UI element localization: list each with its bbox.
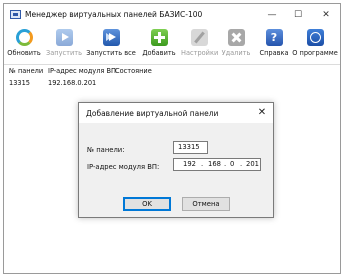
help-label: Справка (259, 49, 289, 57)
delete-label: Удалить (221, 49, 251, 57)
dialog-title: Добавление виртуальной панели (86, 109, 219, 118)
toolbar: Обновить Запустить Запустить все Добавит… (4, 26, 340, 65)
ip-address-label: IP-адрес модуля ВП: (87, 163, 160, 171)
list-item[interactable]: 13315 192.168.0.201 (4, 77, 340, 89)
run-all-label: Запустить все (86, 49, 136, 57)
add-label: Добавить (142, 49, 176, 57)
settings-icon (190, 29, 208, 46)
refresh-icon (15, 29, 33, 46)
add-icon (150, 29, 168, 46)
close-button[interactable]: ✕ (314, 7, 338, 23)
ip-octet-3[interactable]: 0 (230, 159, 234, 170)
refresh-label: Обновить (7, 49, 41, 57)
settings-label: Настройки (181, 49, 219, 57)
run-label: Запустить (46, 49, 82, 57)
ok-button[interactable]: OK (123, 197, 171, 211)
info-icon (306, 29, 324, 46)
add-button[interactable]: Добавить (141, 28, 177, 62)
maximize-button[interactable]: ☐ (286, 7, 310, 23)
help-icon: ? (265, 29, 283, 46)
cancel-button[interactable]: Отмена (182, 197, 230, 211)
cell-panel-number: 13315 (9, 79, 30, 87)
app-icon (10, 10, 21, 19)
list-header: № панели IP-адрес модуля ВП Состояние (4, 65, 340, 77)
ip-dot: . (224, 160, 227, 168)
help-button[interactable]: ? Справка (258, 28, 290, 62)
play-all-icon (102, 29, 120, 46)
column-status[interactable]: Состояние (115, 67, 152, 75)
about-label: О программе (292, 49, 338, 57)
run-button[interactable]: Запустить (46, 28, 82, 62)
panel-number-field[interactable]: 13315 (173, 141, 208, 154)
refresh-button[interactable]: Обновить (6, 28, 42, 62)
run-all-button[interactable]: Запустить все (86, 28, 136, 62)
delete-icon (227, 29, 245, 46)
cell-ip-address: 192.168.0.201 (48, 79, 97, 87)
add-panel-dialog: Добавление виртуальной панели ✕ № панели… (78, 102, 274, 218)
ip-dot: . (240, 160, 243, 168)
play-icon (55, 29, 73, 46)
panel-number-label: № панели: (87, 146, 125, 154)
window-title: Менеджер виртуальных панелей БАЗИС-100 (25, 10, 203, 19)
title-bar: Менеджер виртуальных панелей БАЗИС-100 —… (4, 4, 340, 27)
about-button[interactable]: О программе (292, 28, 338, 62)
ip-octet-2[interactable]: 168 (208, 159, 221, 170)
delete-button[interactable]: Удалить (220, 28, 252, 62)
ip-octet-4[interactable]: 201 (246, 159, 259, 170)
ip-octet-1[interactable]: 192 (183, 159, 196, 170)
column-panel-number[interactable]: № панели (9, 67, 43, 75)
column-ip-address[interactable]: IP-адрес модуля ВП (48, 67, 116, 75)
ip-address-field[interactable]: 192 . 168 . 0 . 201 (173, 158, 261, 171)
dialog-close-button[interactable]: ✕ (255, 106, 269, 120)
ip-dot: . (201, 160, 204, 168)
dialog-title-bar: Добавление виртуальной панели ✕ (79, 103, 273, 123)
settings-button[interactable]: Настройки (181, 28, 219, 62)
minimize-button[interactable]: — (260, 7, 284, 23)
